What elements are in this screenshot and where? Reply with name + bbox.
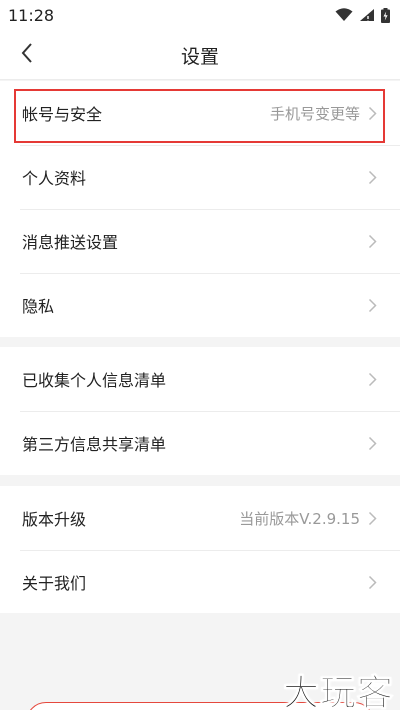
item-label: 帐号与安全 (22, 105, 103, 124)
item-label: 关于我们 (22, 574, 87, 593)
settings-screen: 11:28 设置 帐号与安全 手机号变更等 个人资料 消息推送设置 隐私 已收集… (0, 0, 400, 710)
settings-item-account-security[interactable]: 帐号与安全 手机号变更等 (0, 81, 400, 145)
chevron-right-icon (366, 510, 378, 526)
battery-icon (381, 7, 390, 23)
item-label: 消息推送设置 (22, 233, 119, 252)
chevron-right-icon (366, 169, 378, 185)
item-value: 手机号变更等 (269, 104, 360, 123)
status-time: 11:28 (8, 5, 55, 25)
chevron-right-icon (366, 297, 378, 313)
settings-item-third-party-sharing-list[interactable]: 第三方信息共享清单 (0, 411, 400, 475)
chevron-right-icon (366, 435, 378, 451)
settings-group-app: 版本升级 当前版本V.2.9.15 关于我们 (0, 486, 400, 614)
page-title: 设置 (180, 46, 219, 68)
chevron-right-icon (366, 105, 378, 121)
chevron-right-icon (366, 233, 378, 249)
settings-item-version-upgrade[interactable]: 版本升级 当前版本V.2.9.15 (0, 486, 400, 550)
item-value: 当前版本V.2.9.15 (239, 509, 360, 528)
status-icons (335, 7, 390, 23)
settings-item-collected-info-list[interactable]: 已收集个人信息清单 (0, 347, 400, 411)
settings-group-data: 已收集个人信息清单 第三方信息共享清单 (0, 347, 400, 475)
signal-icon (359, 8, 375, 22)
settings-group-account: 帐号与安全 手机号变更等 个人资料 消息推送设置 隐私 (0, 81, 400, 337)
wifi-icon (335, 8, 353, 22)
settings-item-push-notifications[interactable]: 消息推送设置 (0, 209, 400, 273)
item-label: 第三方信息共享清单 (22, 435, 167, 454)
item-label: 版本升级 (22, 510, 87, 529)
item-label: 已收集个人信息清单 (22, 371, 167, 390)
status-bar: 11:28 (0, 0, 400, 30)
settings-item-privacy[interactable]: 隐私 (0, 273, 400, 337)
settings-item-profile[interactable]: 个人资料 (0, 145, 400, 209)
watermark: 大玩客 (282, 673, 394, 710)
item-label: 隐私 (22, 297, 55, 316)
header-bar: 设置 (0, 30, 400, 80)
settings-item-about-us[interactable]: 关于我们 (0, 550, 400, 614)
chevron-right-icon (366, 371, 378, 387)
chevron-right-icon (366, 574, 378, 590)
item-label: 个人资料 (22, 169, 87, 188)
